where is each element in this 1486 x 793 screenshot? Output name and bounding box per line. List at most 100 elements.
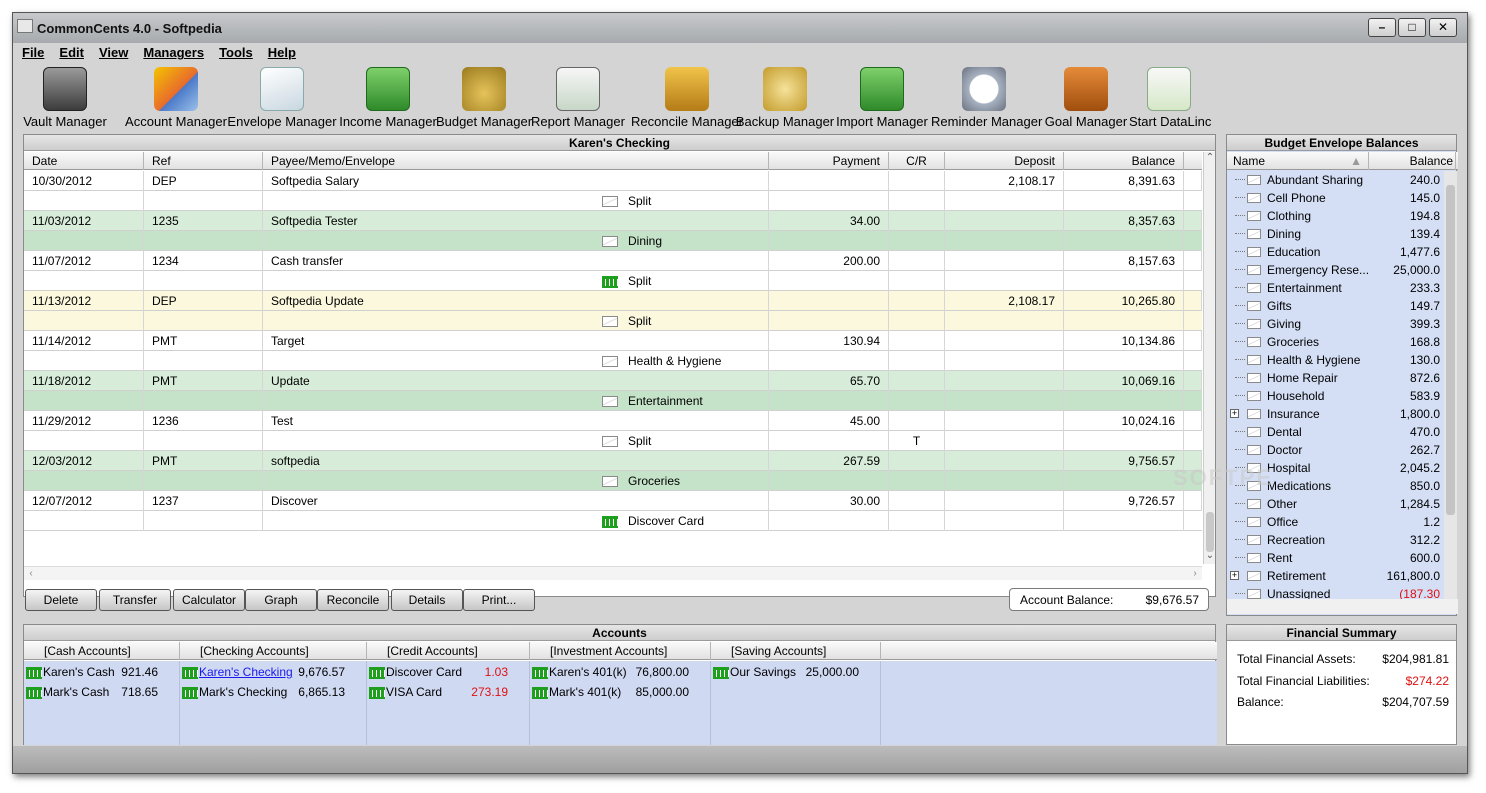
transaction-ref[interactable]: PMT <box>144 371 263 391</box>
envelope-list-item[interactable]: Health & Hygiene 130.0 <box>1227 351 1444 369</box>
account-group-header[interactable]: [Saving Accounts] <box>711 642 881 660</box>
transaction-envelope[interactable]: Groceries <box>602 471 680 491</box>
details-button[interactable]: Details <box>391 589 463 611</box>
transaction-date[interactable]: 11/13/2012 <box>24 291 144 311</box>
report-manager-button[interactable]: Report Manager <box>527 65 629 133</box>
transaction-envelope[interactable]: Split <box>602 191 651 211</box>
transaction-envelope[interactable]: Health & Hygiene <box>602 351 721 371</box>
column-header-date[interactable]: Date <box>24 152 144 170</box>
envelope-list-item[interactable]: Abundant Sharing 240.0 <box>1227 171 1444 189</box>
transaction-deposit[interactable]: 2,108.17 <box>945 291 1064 311</box>
transaction-row[interactable]: 11/14/2012 PMT Target 130.94 10,134.86 Health… <box>24 331 1202 371</box>
transaction-deposit[interactable] <box>945 411 1064 431</box>
transaction-ref[interactable]: 1237 <box>144 491 263 511</box>
transaction-envelope[interactable]: Entertainment <box>602 391 703 411</box>
column-header-cr[interactable]: C/R <box>889 152 945 170</box>
reconcile-button[interactable]: Reconcile <box>317 589 389 611</box>
transaction-balance[interactable]: 10,265.80 <box>1064 291 1184 311</box>
transaction-balance[interactable]: 10,134.86 <box>1064 331 1184 351</box>
envelope-list-item[interactable]: Giving 399.3 <box>1227 315 1444 333</box>
transaction-ref[interactable]: DEP <box>144 291 263 311</box>
account-item[interactable]: Karen's Checking 9,676.57 <box>182 662 365 682</box>
transaction-date[interactable]: 12/07/2012 <box>24 491 144 511</box>
transaction-balance[interactable]: 8,357.63 <box>1064 211 1184 231</box>
envelope-list-item[interactable]: Entertainment 233.3 <box>1227 279 1444 297</box>
transaction-ref[interactable]: PMT <box>144 451 263 471</box>
print-button[interactable]: Print... <box>463 589 535 611</box>
transaction-cleared[interactable] <box>889 411 945 431</box>
transaction-envelope[interactable]: Split <box>602 271 651 291</box>
graph-button[interactable]: Graph <box>245 589 317 611</box>
transaction-row[interactable]: 11/29/2012 1236 Test 45.00 10,024.16 T Split <box>24 411 1202 451</box>
account-item[interactable]: Mark's Checking 6,865.13 <box>182 682 365 702</box>
transaction-row[interactable]: 11/13/2012 DEP Softpedia Update 2,108.17 10,… <box>24 291 1202 331</box>
account-name[interactable]: Our Savings <box>730 665 796 679</box>
transaction-cleared[interactable] <box>889 211 945 231</box>
transaction-deposit[interactable]: 2,108.17 <box>945 171 1064 191</box>
transaction-row[interactable]: 11/03/2012 1235 Softpedia Tester 34.00 8,357… <box>24 211 1202 251</box>
scroll-up-icon[interactable]: ⌃ <box>1204 152 1216 164</box>
backup-manager-button[interactable]: Backup Manager <box>735 65 835 133</box>
transaction-balance[interactable]: 8,391.63 <box>1064 171 1184 191</box>
envelope-column-balance[interactable]: Balance <box>1369 152 1456 170</box>
transaction-balance[interactable]: 10,024.16 <box>1064 411 1184 431</box>
scroll-thumb[interactable] <box>1206 512 1214 552</box>
envelope-list-item[interactable]: Home Repair 872.6 <box>1227 369 1444 387</box>
menu-tools[interactable]: Tools <box>210 43 259 60</box>
account-item[interactable]: Mark's Cash 718.65 <box>26 682 178 702</box>
transaction-payment[interactable]: 45.00 <box>769 411 889 431</box>
transaction-envelope[interactable]: Discover Card <box>602 511 704 531</box>
account-item[interactable]: Karen's Cash 921.46 <box>26 662 178 682</box>
transaction-payment[interactable]: 267.59 <box>769 451 889 471</box>
register-vertical-scrollbar[interactable]: ⌃ ⌄ <box>1203 152 1215 564</box>
expand-icon[interactable]: + <box>1230 409 1239 418</box>
calculator-button[interactable]: Calculator <box>173 589 245 611</box>
transaction-date[interactable]: 12/03/2012 <box>24 451 144 471</box>
envelope-list-item[interactable]: Groceries 168.8 <box>1227 333 1444 351</box>
menu-help[interactable]: Help <box>259 43 302 60</box>
transaction-payment[interactable]: 65.70 <box>769 371 889 391</box>
account-name[interactable]: Mark's Checking <box>199 685 287 699</box>
minimize-button[interactable]: – <box>1368 18 1396 37</box>
transaction-row[interactable]: 11/18/2012 PMT Update 65.70 10,069.16 Enterta… <box>24 371 1202 411</box>
transaction-cleared[interactable] <box>889 251 945 271</box>
column-header-ref[interactable]: Ref <box>144 152 263 170</box>
transaction-deposit[interactable] <box>945 371 1064 391</box>
transaction-cleared[interactable] <box>889 491 945 511</box>
transaction-payee[interactable]: Discover <box>263 491 769 511</box>
transaction-date[interactable]: 11/18/2012 <box>24 371 144 391</box>
envelope-list-item[interactable]: Gifts 149.7 <box>1227 297 1444 315</box>
transaction-deposit[interactable] <box>945 331 1064 351</box>
transaction-row[interactable]: 10/30/2012 DEP Softpedia Salary 2,108.17 8,3… <box>24 171 1202 211</box>
transaction-envelope[interactable]: Split <box>602 431 651 451</box>
transaction-payee[interactable]: Test <box>263 411 769 431</box>
envelope-list-item[interactable]: Other 1,284.5 <box>1227 495 1444 513</box>
envelope-vertical-scrollbar[interactable] <box>1444 171 1457 599</box>
transaction-payment[interactable]: 130.94 <box>769 331 889 351</box>
account-item[interactable]: Our Savings 25,000.00 <box>713 662 879 682</box>
transaction-ref[interactable]: 1236 <box>144 411 263 431</box>
account-group-header[interactable]: [Checking Accounts] <box>180 642 367 660</box>
scroll-right-icon[interactable]: › <box>1188 567 1202 581</box>
transaction-deposit[interactable] <box>945 211 1064 231</box>
column-header-payee[interactable]: Payee/Memo/Envelope <box>263 152 769 170</box>
register-horizontal-scrollbar[interactable]: ‹ › <box>24 566 1202 580</box>
start-datalinc-button[interactable]: Start DataLinc <box>1129 65 1211 133</box>
account-name[interactable]: VISA Card <box>386 685 442 699</box>
account-group-header[interactable]: [Investment Accounts] <box>530 642 711 660</box>
transaction-payee[interactable]: Softpedia Update <box>263 291 769 311</box>
menu-managers[interactable]: Managers <box>134 43 210 60</box>
envelope-list-item[interactable]: Dining 139.4 <box>1227 225 1444 243</box>
transaction-envelope[interactable]: Dining <box>602 231 662 251</box>
transaction-ref[interactable]: DEP <box>144 171 263 191</box>
transaction-envelope[interactable]: Split <box>602 311 651 331</box>
transaction-deposit[interactable] <box>945 491 1064 511</box>
transaction-payment[interactable]: 30.00 <box>769 491 889 511</box>
reconcile-manager-button[interactable]: Reconcile Manager <box>623 65 751 133</box>
transaction-ref[interactable]: 1234 <box>144 251 263 271</box>
maximize-button[interactable]: □ <box>1398 18 1426 37</box>
transfer-button[interactable]: Transfer <box>99 589 171 611</box>
account-name[interactable]: Karen's Cash <box>43 665 115 679</box>
transaction-deposit[interactable] <box>945 251 1064 271</box>
budget-manager-button[interactable]: Budget Manager <box>429 65 539 133</box>
